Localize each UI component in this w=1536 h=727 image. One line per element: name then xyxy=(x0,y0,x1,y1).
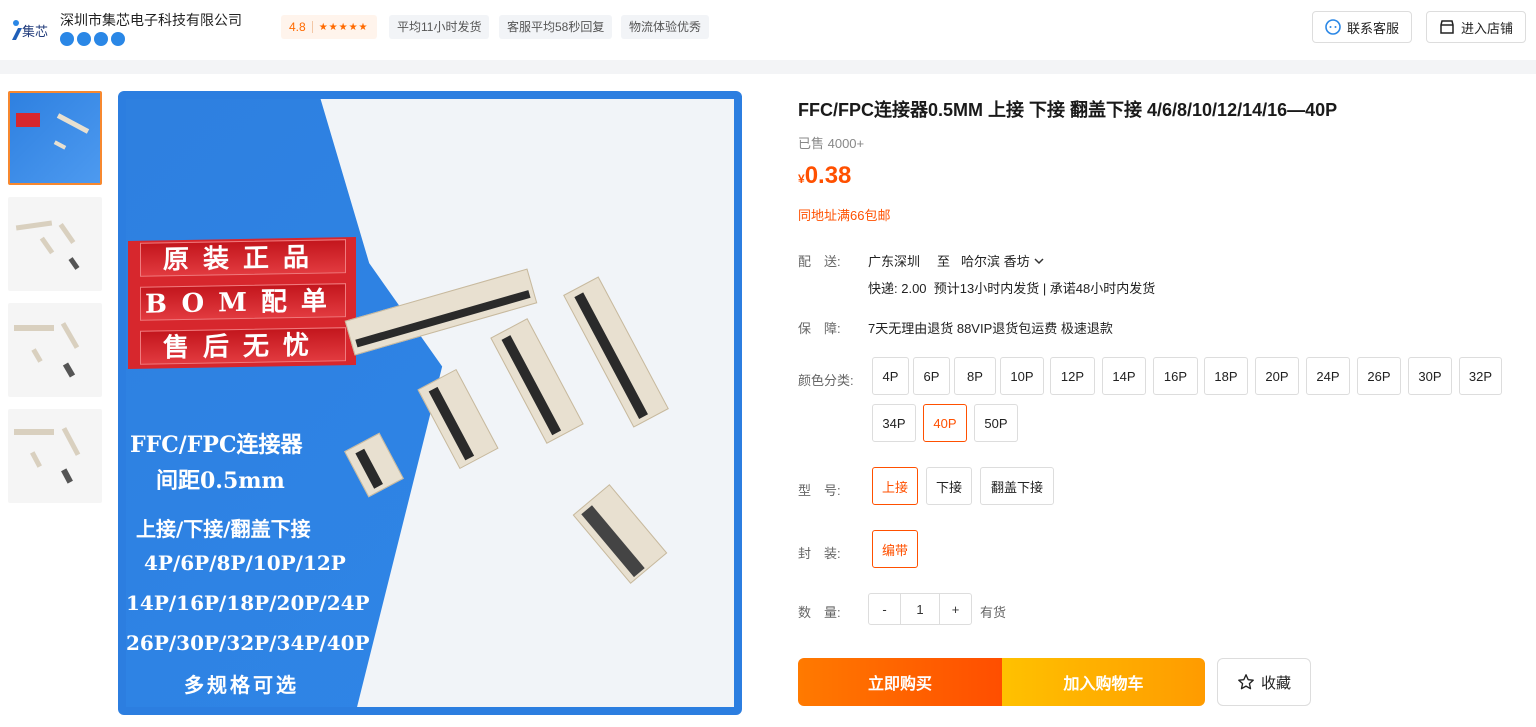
svg-text:集芯: 集芯 xyxy=(22,24,48,40)
level-badge-icon xyxy=(60,32,74,46)
price: ¥0.38 xyxy=(798,162,851,190)
product-title: FFC/FPC连接器0.5MM 上接 下接 翻盖下接 4/6/8/10/12/1… xyxy=(798,100,1338,120)
add-to-cart-button[interactable]: 加入购物车 xyxy=(1002,658,1205,706)
model-label: 型 号: xyxy=(798,483,841,498)
shop-score: 4.8 ★★★★★ xyxy=(281,15,377,39)
ad-text-sizes-2: 14P/16P/18P/20P/24P xyxy=(126,591,370,615)
promo-line-2: BOM配单 xyxy=(140,283,346,321)
enter-shop-label: 进入店铺 xyxy=(1461,20,1514,36)
promo-line-1: 原装正品 xyxy=(140,239,346,277)
free-shipping-note: 同地址满66包邮 xyxy=(798,208,891,223)
store-icon xyxy=(1440,20,1454,34)
rating-stars-icon: ★★★★★ xyxy=(318,21,369,33)
package-label: 封 装: xyxy=(798,546,841,561)
color-option-16p[interactable]: 16P xyxy=(1153,357,1198,395)
package-option-tape[interactable]: 编带 xyxy=(872,530,918,568)
connector-40p-image xyxy=(563,276,669,428)
shop-header: 集芯 深圳市集芯电子科技有限公司 4.8 ★★★★★ 平均11小时发货 客服平均… xyxy=(0,0,1536,60)
chat-icon xyxy=(1325,19,1341,35)
tag-service-reply: 客服平均58秒回复 xyxy=(499,15,613,39)
shop-logo[interactable]: 集芯 xyxy=(8,14,48,46)
ad-text-pitch: 间距0.5mm xyxy=(156,468,285,494)
ship-to-selector[interactable]: 哈尔滨 香坊 xyxy=(961,251,1045,270)
chevron-down-icon xyxy=(1034,257,1044,264)
ad-text-types: 上接/下接/翻盖下接 xyxy=(136,517,311,541)
stock-status: 有货 xyxy=(980,605,1007,620)
quantity-plus-button[interactable]: + xyxy=(939,594,971,624)
sold-count: 已售 4000+ xyxy=(798,136,865,151)
thumbnail-1[interactable] xyxy=(8,91,102,185)
color-option-20p[interactable]: 20P xyxy=(1255,357,1299,395)
thumbnail-4[interactable] xyxy=(8,409,102,503)
header-divider-band xyxy=(0,60,1536,74)
score-value: 4.8 xyxy=(289,20,306,34)
ship-to-value: 哈尔滨 香坊 xyxy=(961,254,1030,269)
connector-24p-image xyxy=(490,318,584,444)
ship-to-word: 至 xyxy=(937,254,951,269)
color-option-18p[interactable]: 18P xyxy=(1204,357,1248,395)
thumbnail-2[interactable] xyxy=(8,197,102,291)
thumbnail-3[interactable] xyxy=(8,303,102,397)
color-option-40p[interactable]: 40P xyxy=(923,404,967,442)
divider xyxy=(311,21,313,33)
main-product-image[interactable]: 原装正品 BOM配单 售后无忧 FFC/FPC连接器 间距0.5mm 上接/下接… xyxy=(118,91,742,715)
shop-level-badges xyxy=(60,32,125,46)
contact-service-label: 联系客服 xyxy=(1347,20,1400,36)
color-option-8p[interactable]: 8P xyxy=(954,357,996,395)
favorite-label: 收藏 xyxy=(1260,674,1291,692)
guarantee-label: 保 障: xyxy=(798,321,841,336)
color-option-10p[interactable]: 10P xyxy=(1000,357,1044,395)
ad-text-sizes-1: 4P/6P/8P/10P/12P xyxy=(144,551,346,575)
color-option-24p[interactable]: 24P xyxy=(1306,357,1350,395)
ship-from: 广东深圳 xyxy=(868,254,921,269)
currency-symbol: ¥ xyxy=(798,172,805,186)
color-option-6p[interactable]: 6P xyxy=(913,357,950,395)
tag-ship-time: 平均11小时发货 xyxy=(389,15,490,39)
ad-text-sizes-3: 26P/30P/32P/34P/40P xyxy=(126,631,370,655)
model-option-flip-bottom[interactable]: 翻盖下接 xyxy=(980,467,1054,505)
connector-12p-image xyxy=(417,368,499,470)
color-option-34p[interactable]: 34P xyxy=(872,404,916,442)
quantity-input[interactable]: 1 xyxy=(901,594,939,624)
ad-text-options: 多规格可选 xyxy=(184,673,299,697)
connector-flip-image xyxy=(572,484,668,584)
contact-service-button[interactable]: 联系客服 xyxy=(1312,11,1413,43)
buy-now-button[interactable]: 立即购买 xyxy=(798,658,1002,706)
enter-shop-button[interactable]: 进入店铺 xyxy=(1426,11,1527,43)
favorite-button[interactable]: 收藏 xyxy=(1217,658,1311,706)
color-option-32p[interactable]: 32P xyxy=(1459,357,1502,395)
color-option-26p[interactable]: 26P xyxy=(1357,357,1401,395)
tag-logistics: 物流体验优秀 xyxy=(621,15,710,39)
model-option-bottom[interactable]: 下接 xyxy=(926,467,972,505)
color-option-4p[interactable]: 4P xyxy=(872,357,909,395)
star-icon xyxy=(1238,674,1254,690)
shipping-detail: 快递: 2.00 预计13小时内发货 | 承诺48小时内发货 xyxy=(868,281,1156,296)
level-badge-icon xyxy=(111,32,125,46)
price-value: 0.38 xyxy=(804,162,852,189)
shop-name[interactable]: 深圳市集芯电子科技有限公司 xyxy=(60,10,242,30)
guarantee-value: 7天无理由退货 88VIP退货包运费 极速退款 xyxy=(868,321,1113,336)
quantity-stepper: - 1 + xyxy=(868,593,972,625)
level-badge-icon xyxy=(77,32,91,46)
level-badge-icon xyxy=(94,32,108,46)
shipping-label: 配 送: xyxy=(798,254,841,269)
color-option-12p[interactable]: 12P xyxy=(1050,357,1095,395)
color-option-30p[interactable]: 30P xyxy=(1408,357,1452,395)
quantity-minus-button[interactable]: - xyxy=(869,594,901,624)
promo-line-3: 售后无忧 xyxy=(140,327,346,365)
color-option-50p[interactable]: 50P xyxy=(974,404,1018,442)
quantity-label: 数 量: xyxy=(798,605,841,620)
color-label: 颜色分类: xyxy=(798,373,854,388)
ad-text-product: FFC/FPC连接器 xyxy=(130,432,303,458)
model-option-top[interactable]: 上接 xyxy=(872,467,918,505)
main-image-canvas: 原装正品 BOM配单 售后无忧 FFC/FPC连接器 间距0.5mm 上接/下接… xyxy=(126,99,734,707)
promo-red-block: 原装正品 BOM配单 售后无忧 xyxy=(128,237,356,369)
color-option-14p[interactable]: 14P xyxy=(1102,357,1146,395)
